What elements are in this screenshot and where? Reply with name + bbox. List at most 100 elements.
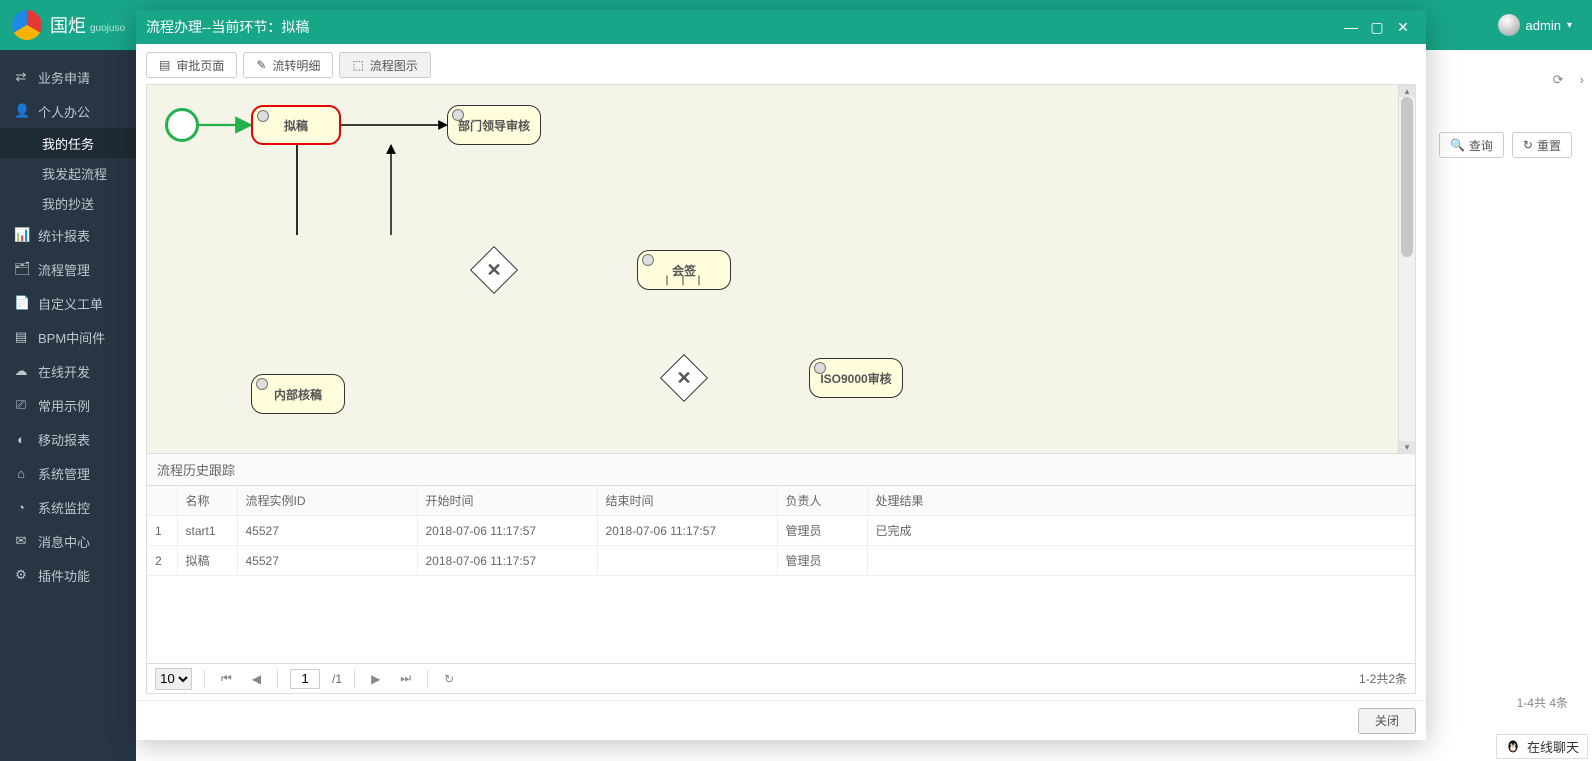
sidebar: ⇄ 业务申请 👤 个人办公 我的任务 我发起流程 我的抄送 📊统计报表 🗂流程管… — [0, 50, 136, 761]
form-icon: ▤ — [159, 58, 170, 72]
node-internal-check[interactable]: 内部核稿 — [251, 374, 345, 414]
diagram-container: 拟稿 部门领导审核 ✕ 会签 | | | ✕ — [146, 84, 1416, 454]
nav-label: 业务申请 — [38, 68, 90, 87]
pager-total-pages: /1 — [332, 672, 342, 686]
brand-name: 国炬 — [50, 12, 86, 38]
tab-flow-diagram[interactable]: ⬚ 流程图示 — [339, 52, 430, 78]
node-countersign[interactable]: 会签 | | | — [637, 250, 731, 290]
sidebar-sub-my-started[interactable]: 我发起流程 — [0, 158, 136, 188]
sidebar-sub-my-cc[interactable]: 我的抄送 — [0, 188, 136, 218]
chat-label: 在线聊天 — [1527, 737, 1579, 756]
diagram-icon: ⬚ — [352, 58, 363, 72]
sidebar-item-monitor[interactable]: ◔系统监控 — [0, 490, 136, 524]
user-name: admin — [1526, 18, 1561, 33]
pager-summary: 1-2共2条 — [1359, 670, 1407, 687]
pager: 10 ⏮ ◀ /1 ▶ ⏭ ↻ 1-2共2条 — [146, 664, 1416, 694]
node-dept-review[interactable]: 部门领导审核 — [447, 105, 541, 145]
dialog-tabs: ▤ 审批页面 ✎ 流转明细 ⬚ 流程图示 — [146, 52, 1416, 78]
table-header-row: 名称 流程实例ID 开始时间 结束时间 负责人 处理结果 — [147, 486, 1415, 516]
table-row[interactable]: 1 start1 45527 2018-07-06 11:17:57 2018-… — [147, 516, 1415, 546]
search-icon: 🔍 — [1450, 138, 1465, 152]
user-task-icon — [814, 362, 826, 374]
pager-refresh-icon[interactable]: ↻ — [440, 672, 458, 686]
sitemap-icon: 🗂 — [14, 261, 28, 277]
bpmn-diagram[interactable]: 拟稿 部门领导审核 ✕ 会签 | | | ✕ — [147, 85, 1398, 453]
dialog-titlebar[interactable]: 流程办理--当前环节：拟稿 — ▢ ✕ — [136, 10, 1426, 44]
scroll-thumb[interactable] — [1401, 97, 1413, 257]
user-task-icon — [642, 254, 654, 266]
file-icon: 📄 — [14, 295, 28, 311]
sidebar-item-personal[interactable]: 👤 个人办公 — [0, 94, 136, 128]
multi-instance-icon: | | | — [664, 275, 704, 286]
pager-first-icon[interactable]: ⏮ — [217, 671, 236, 686]
gateway-1[interactable]: ✕ — [470, 246, 518, 294]
scroll-down-icon[interactable]: ▾ — [1399, 441, 1415, 453]
history-title: 流程历史跟踪 — [146, 454, 1416, 486]
nav-label: 个人办公 — [38, 102, 90, 121]
edit-history-icon: ✎ — [256, 58, 266, 72]
sidebar-item-online-dev[interactable]: ☁在线开发 — [0, 354, 136, 388]
user-task-icon — [452, 109, 464, 121]
sidebar-item-report[interactable]: 📊统计报表 — [0, 218, 136, 252]
sidebar-item-mobile-rpt[interactable]: ◐移动报表 — [0, 422, 136, 456]
refresh-icon[interactable]: ⟳ — [1549, 72, 1568, 88]
tab-approval-page[interactable]: ▤ 审批页面 — [146, 52, 237, 78]
node-draft[interactable]: 拟稿 — [251, 105, 341, 145]
user-icon: 👤 — [14, 103, 28, 119]
sidebar-item-msg[interactable]: ✉消息中心 — [0, 524, 136, 558]
table-row[interactable]: 2 拟稿 45527 2018-07-06 11:17:57 管理员 — [147, 546, 1415, 576]
user-menu[interactable]: admin ▾ — [1490, 14, 1580, 36]
home-icon: ⌂ — [14, 466, 28, 481]
reset-label: 重置 — [1537, 137, 1561, 154]
more-icon[interactable]: › — [1576, 72, 1588, 88]
diagram-scrollbar[interactable]: ▴ ▾ — [1398, 85, 1415, 453]
close-button[interactable]: ✕ — [1390, 16, 1416, 38]
main-record-summary: 1-4共 4条 — [1517, 694, 1568, 711]
brand-logo: 国炬 guojuso — [12, 10, 125, 40]
avatar-icon — [1498, 14, 1520, 36]
node-iso[interactable]: ISO9000审核 — [809, 358, 903, 398]
tab-transfer-detail[interactable]: ✎ 流转明细 — [243, 52, 333, 78]
pager-prev-icon[interactable]: ◀ — [248, 672, 265, 686]
layers-icon: ▤ — [14, 329, 28, 345]
pager-last-icon[interactable]: ⏭ — [396, 671, 415, 686]
chat-widget[interactable]: 在线聊天 — [1496, 734, 1588, 759]
page-size-select[interactable]: 10 — [155, 668, 192, 690]
reset-icon: ↻ — [1523, 138, 1533, 152]
dialog-close-button[interactable]: 关闭 — [1358, 708, 1416, 734]
history-table: 名称 流程实例ID 开始时间 结束时间 负责人 处理结果 1 start1 45… — [146, 486, 1416, 664]
sidebar-item-example[interactable]: ⎚常用示例 — [0, 388, 136, 422]
plugin-icon: ⚙ — [14, 567, 28, 583]
sidebar-item-flow-mgmt[interactable]: 🗂流程管理 — [0, 252, 136, 286]
search-button[interactable]: 🔍 查询 — [1439, 132, 1504, 158]
sidebar-item-biz-apply[interactable]: ⇄ 业务申请 — [0, 60, 136, 94]
maximize-button[interactable]: ▢ — [1364, 16, 1390, 38]
chart-icon: 📊 — [14, 227, 28, 243]
start-event[interactable] — [165, 108, 199, 142]
qq-icon — [1505, 739, 1521, 755]
message-icon: ✉ — [14, 533, 28, 549]
pager-next-icon[interactable]: ▶ — [367, 672, 384, 686]
brand-sub: guojuso — [90, 23, 125, 34]
sidebar-item-form[interactable]: 📄自定义工单 — [0, 286, 136, 320]
dialog-title: 流程办理--当前环节：拟稿 — [146, 17, 1338, 37]
user-task-icon — [256, 378, 268, 390]
shuffle-icon: ⇄ — [14, 69, 28, 85]
workflow-dialog: 流程办理--当前环节：拟稿 — ▢ ✕ ▤ 审批页面 ✎ 流转明细 ⬚ 流程图示 — [136, 10, 1426, 740]
sidebar-item-bpm[interactable]: ▤BPM中间件 — [0, 320, 136, 354]
reset-button[interactable]: ↻ 重置 — [1512, 132, 1572, 158]
search-label: 查询 — [1469, 137, 1493, 154]
minimize-button[interactable]: — — [1338, 16, 1364, 38]
screen-icon: ⎚ — [14, 397, 28, 413]
sidebar-item-plugin[interactable]: ⚙插件功能 — [0, 558, 136, 592]
pager-page-input[interactable] — [290, 669, 320, 689]
user-task-icon — [257, 110, 269, 122]
caret-down-icon: ▾ — [1567, 20, 1572, 31]
gateway-2[interactable]: ✕ — [660, 354, 708, 402]
scroll-up-icon[interactable]: ▴ — [1399, 85, 1415, 97]
sidebar-sub-my-task[interactable]: 我的任务 — [0, 128, 136, 158]
cloud-icon: ☁ — [14, 363, 28, 379]
sidebar-item-sys-mgmt[interactable]: ⌂系统管理 — [0, 456, 136, 490]
brand-mark-icon — [12, 10, 42, 40]
globe-icon: ◐ — [14, 432, 28, 447]
